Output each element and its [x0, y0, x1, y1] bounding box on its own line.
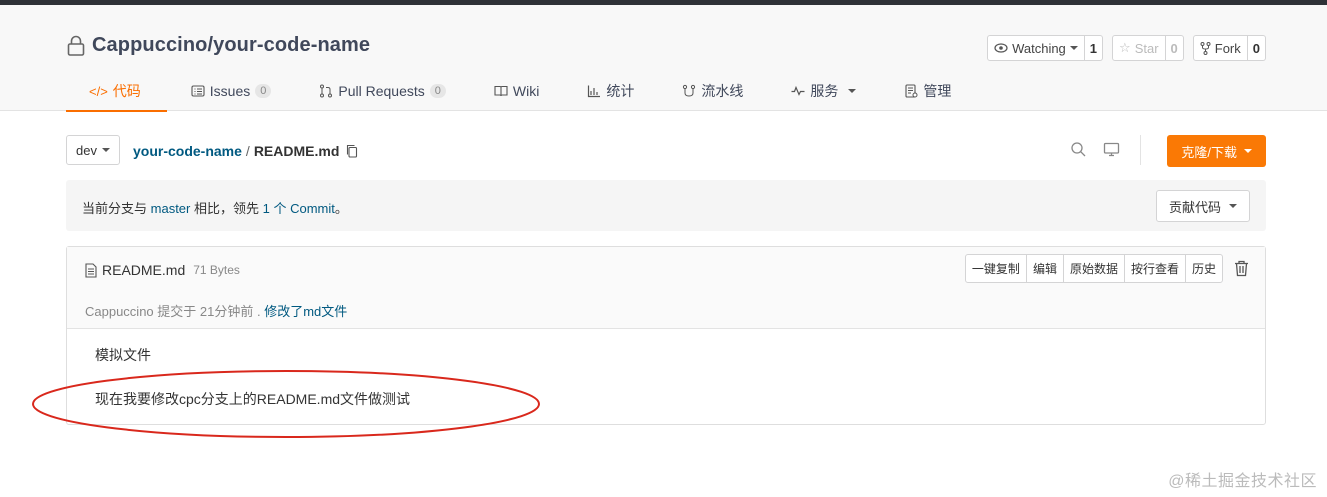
file-name: README.md — [102, 262, 186, 278]
bar-chart-icon — [588, 85, 601, 98]
chevron-down-icon — [101, 148, 110, 152]
tab-label: 管理 — [923, 83, 952, 99]
pull-requests-count-badge: 0 — [429, 84, 446, 98]
branch-compare-notice: 当前分支与 master 相比，领先 1 个 Commit。 贡献代码 — [66, 180, 1266, 231]
star-count[interactable]: 0 — [1165, 35, 1184, 61]
path-bar: dev your-code-name / README.md 克隆/下载 — [66, 135, 1266, 167]
file-header: README.md 71 Bytes Cappuccino 提交于 21分钟前 … — [67, 247, 1265, 329]
commit-author-time: Cappuccino 提交于 21分钟前 . — [85, 304, 261, 319]
breadcrumb-repo-link[interactable]: your-code-name — [133, 143, 242, 159]
raw-button[interactable]: 原始数据 — [1062, 255, 1124, 282]
watch-count[interactable]: 1 — [1084, 35, 1104, 61]
tab-wiki[interactable]: Wiki — [470, 71, 563, 111]
fork-count[interactable]: 0 — [1247, 35, 1266, 61]
notice-suffix: 。 — [334, 201, 348, 216]
breadcrumb: your-code-name / README.md — [133, 143, 358, 159]
chevron-down-icon — [1229, 204, 1237, 208]
path-tools — [1070, 141, 1120, 158]
chevron-down-icon — [848, 89, 857, 93]
copy-icon[interactable] — [346, 144, 358, 158]
fork-button-group: Fork 0 — [1192, 35, 1266, 61]
issues-icon — [191, 85, 205, 97]
eye-icon — [994, 43, 1008, 53]
issues-count-badge: 0 — [255, 84, 272, 98]
fork-icon — [1200, 41, 1211, 55]
tab-label: Pull Requests — [338, 83, 425, 99]
commit-count-link[interactable]: 1 个 Commit — [263, 201, 335, 216]
star-label: Star — [1134, 40, 1159, 56]
annotation-ellipse — [32, 370, 540, 438]
tab-pipeline[interactable]: 流水线 — [658, 71, 767, 111]
branch-name: dev — [76, 142, 97, 158]
tab-label: 统计 — [606, 83, 635, 99]
search-icon[interactable] — [1070, 141, 1087, 158]
clone-download-button[interactable]: 克隆/下载 — [1167, 135, 1266, 167]
monitor-icon[interactable] — [1103, 141, 1120, 158]
tab-issues[interactable]: Issues 0 — [167, 71, 296, 111]
tab-code[interactable]: </> 代码 — [66, 71, 167, 112]
pipeline-icon — [683, 84, 696, 97]
branch-select[interactable]: dev — [66, 135, 120, 165]
notice-middle: 相比，领先 — [194, 201, 260, 216]
tab-services[interactable]: 服务 — [767, 71, 880, 111]
clone-label: 克隆/下载 — [1181, 144, 1237, 160]
notice-prefix: 当前分支与 — [82, 201, 148, 216]
chevron-down-icon — [1069, 46, 1078, 50]
book-icon — [494, 85, 508, 97]
copy-all-button[interactable]: 一键复制 — [966, 255, 1026, 282]
history-button[interactable]: 历史 — [1184, 255, 1222, 282]
watch-label: Watching — [1012, 40, 1066, 56]
edit-button[interactable]: 编辑 — [1025, 255, 1063, 282]
fork-label: Fork — [1214, 40, 1241, 56]
repo-actions: Watching 1 ☆ Star 0 Fork 0 — [987, 35, 1266, 61]
contribute-code-button[interactable]: 贡献代码 — [1155, 190, 1250, 222]
breadcrumb-file: README.md — [253, 143, 340, 159]
repo-title: Cappuccino/your-code-name — [66, 34, 370, 57]
chevron-down-icon — [1244, 149, 1252, 153]
contribute-label: 贡献代码 — [1168, 199, 1221, 215]
file-size: 71 Bytes — [193, 263, 240, 277]
file-action-buttons: 一键复制 编辑 原始数据 按行查看 历史 — [964, 254, 1223, 283]
watch-button[interactable]: Watching — [987, 35, 1085, 61]
master-branch-link[interactable]: master — [151, 201, 191, 216]
watermark: @稀土掘金技术社区 — [1168, 473, 1317, 490]
star-button[interactable]: ☆ Star — [1112, 35, 1166, 61]
commit-message-link[interactable]: 修改了md文件 — [264, 304, 347, 319]
fork-button[interactable]: Fork — [1192, 35, 1248, 61]
breadcrumb-separator: / — [245, 143, 250, 159]
file-info: README.md 71 Bytes — [85, 262, 240, 278]
lock-icon — [67, 35, 85, 56]
last-commit: Cappuccino 提交于 21分钟前 . 修改了md文件 — [85, 301, 347, 320]
star-button-group: ☆ Star 0 — [1112, 35, 1184, 61]
tab-manage[interactable]: 管理 — [880, 71, 975, 111]
file-icon — [85, 262, 97, 278]
content-line: 模拟文件 — [95, 347, 151, 363]
tab-pull-requests[interactable]: Pull Requests 0 — [295, 71, 470, 111]
tab-label: 代码 — [112, 83, 141, 99]
trash-icon[interactable] — [1234, 260, 1249, 277]
settings-doc-icon — [905, 84, 918, 98]
divider — [1140, 135, 1141, 165]
code-icon: </> — [89, 83, 108, 99]
tab-label: 流水线 — [701, 83, 744, 99]
watch-button-group: Watching 1 — [987, 35, 1104, 61]
repo-header: Cappuccino/your-code-name Watching 1 ☆ S… — [0, 5, 1327, 112]
tab-stats[interactable]: 统计 — [563, 71, 658, 111]
star-icon: ☆ — [1119, 40, 1131, 55]
repo-tabs: </> 代码 Issues 0 Pull Requests 0 Wiki 统计 … — [66, 71, 975, 112]
repo-name[interactable]: Cappuccino/your-code-name — [92, 34, 370, 57]
notice-text: 当前分支与 master 相比，领先 1 个 Commit。 — [82, 198, 348, 217]
blame-button[interactable]: 按行查看 — [1123, 255, 1185, 282]
pull-request-icon — [320, 84, 333, 98]
tab-label: Wiki — [512, 83, 540, 99]
tab-label: 服务 — [810, 83, 839, 99]
tab-label: Issues — [209, 83, 251, 99]
pulse-icon — [791, 85, 805, 96]
